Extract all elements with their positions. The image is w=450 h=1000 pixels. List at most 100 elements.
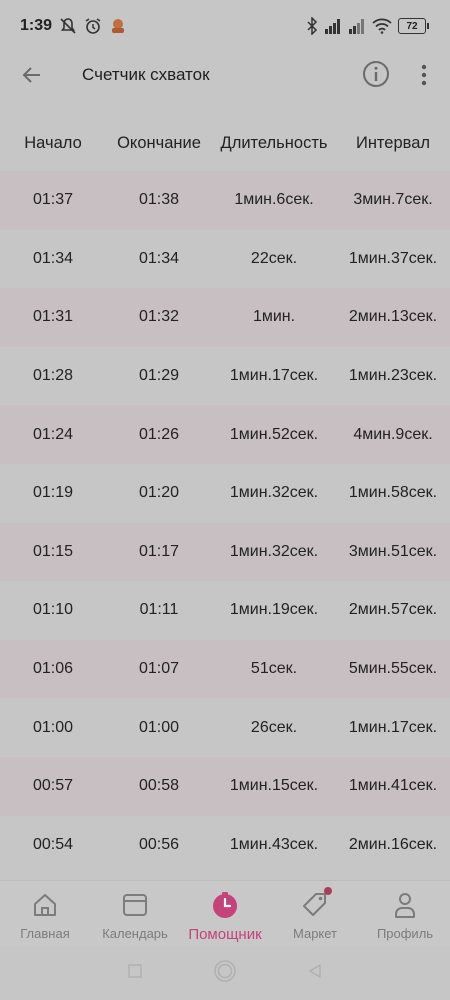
table-row[interactable]: 01:00 01:00 26сек. 1мин.17сек. <box>0 698 450 757</box>
row-start: 01:00 <box>32 718 74 736</box>
nav-profile[interactable]: Профиль <box>360 881 450 947</box>
row-start: 01:10 <box>32 601 74 619</box>
row-end: 01:00 <box>138 718 180 736</box>
row-interval: 1мин.37сек. <box>348 249 438 267</box>
nav-calendar-label: Календарь <box>102 926 168 941</box>
nav-assistant[interactable]: Помощник <box>180 881 270 947</box>
alarm-icon <box>84 17 102 35</box>
calendar-icon <box>121 891 149 922</box>
row-interval: 4мин.9сек. <box>353 425 433 443</box>
row-end: 01:32 <box>138 308 180 326</box>
nav-profile-label: Профиль <box>376 926 434 941</box>
row-start: 01:24 <box>32 425 74 443</box>
row-interval: 1мин.58сек. <box>348 484 438 502</box>
signal-2-icon <box>348 18 366 34</box>
row-interval: 2мин.13сек. <box>348 308 438 326</box>
battery-indicator: 72 <box>398 18 429 34</box>
table-row[interactable]: 00:57 00:58 1мин.15сек. 1мин.41сек. <box>0 756 450 816</box>
header-interval: Интервал <box>355 134 431 152</box>
row-start: 01:28 <box>32 367 74 385</box>
row-interval: 1мин.23сек. <box>348 367 438 385</box>
status-time: 1:39 <box>20 17 53 34</box>
row-duration: 22сек. <box>250 249 298 267</box>
system-nav-bar <box>0 946 450 1000</box>
status-bar: 1:39 72 <box>0 0 450 52</box>
table-header: Начало Окончание Длительность Интервал <box>0 116 450 171</box>
row-duration: 51сек. <box>250 660 298 678</box>
nav-home[interactable]: Главная <box>0 881 90 947</box>
row-end: 01:29 <box>138 367 180 385</box>
row-start: 00:57 <box>32 777 74 795</box>
row-duration: 1мин. <box>252 308 296 326</box>
bluetooth-icon <box>306 17 318 35</box>
row-duration: 1мин.52сек. <box>229 425 319 443</box>
row-end: 01:26 <box>138 425 180 443</box>
person-icon <box>391 891 419 922</box>
row-end: 00:56 <box>138 835 180 853</box>
row-end: 01:34 <box>138 249 180 267</box>
nav-calendar[interactable]: Календарь <box>90 881 180 947</box>
table-row[interactable]: 01:34 01:34 22сек. 1мин.37сек. <box>0 230 450 289</box>
table-row[interactable]: 01:31 01:32 1мин. 2мин.13сек. <box>0 288 450 347</box>
nav-assistant-label: Помощник <box>188 926 262 943</box>
bottom-nav: Главная Календарь Помощник Маркет Профил… <box>0 880 450 947</box>
row-start: 01:37 <box>32 191 74 209</box>
app-bar: Счетчик схваток <box>0 52 450 98</box>
row-interval: 5мин.55сек. <box>348 660 438 678</box>
wifi-icon <box>372 18 392 34</box>
header-start: Начало <box>24 134 82 152</box>
row-start: 01:06 <box>32 660 74 678</box>
table-row[interactable]: 01:15 01:17 1мин.32сек. 3мин.51сек. <box>0 522 450 582</box>
table-row[interactable]: 01:24 01:26 1мин.52сек. 4мин.9сек. <box>0 405 450 464</box>
home-icon <box>31 891 59 922</box>
row-duration: 26сек. <box>250 718 298 736</box>
row-end: 01:07 <box>138 660 180 678</box>
table-row[interactable]: 01:10 01:11 1мин.19сек. 2мин.57сек. <box>0 581 450 640</box>
table-body: 01:37 01:38 1мин.6сек. 3мин.7сек. 01:34 01:34… <box>0 171 450 874</box>
more-options-icon[interactable] <box>414 62 434 88</box>
row-interval: 3мин.7сек. <box>353 191 433 209</box>
row-start: 01:19 <box>32 484 74 502</box>
row-end: 01:11 <box>139 601 179 619</box>
header-duration: Длительность <box>220 134 328 152</box>
back-arrow-icon[interactable] <box>20 63 44 87</box>
table-row[interactable]: 01:06 01:07 51сек. 5мин.55сек. <box>0 639 450 699</box>
row-end: 00:58 <box>138 777 180 795</box>
row-end: 01:38 <box>138 191 180 209</box>
row-interval: 3мин.51сек. <box>348 542 438 560</box>
row-start: 01:34 <box>32 249 74 267</box>
info-icon[interactable] <box>362 60 390 88</box>
row-end: 01:20 <box>138 484 180 502</box>
row-end: 01:17 <box>138 542 180 560</box>
row-duration: 1мин.32сек. <box>229 484 319 502</box>
home-button-icon[interactable] <box>213 959 237 988</box>
recent-apps-icon[interactable] <box>127 963 143 984</box>
nav-market-label: Маркет <box>292 926 338 941</box>
table-row[interactable]: 01:19 01:20 1мин.32сек. 1мин.58сек. <box>0 464 450 523</box>
row-interval: 2мин.16сек. <box>348 835 438 853</box>
header-end: Окончание <box>117 134 201 152</box>
page-title: Счетчик схваток <box>82 65 210 84</box>
row-duration: 1мин.19сек. <box>229 601 319 619</box>
row-duration: 1мин.6сек. <box>234 191 314 209</box>
row-interval: 2мин.57сек. <box>348 601 438 619</box>
notifications-off-icon <box>59 17 77 35</box>
row-duration: 1мин.43сек. <box>229 835 319 853</box>
table-row[interactable]: 01:28 01:29 1мин.17сек. 1мин.23сек. <box>0 347 450 406</box>
row-start: 00:54 <box>32 835 74 853</box>
table-row[interactable]: 01:37 01:38 1мин.6сек. 3мин.7сек. <box>0 171 450 230</box>
row-duration: 1мин.15сек. <box>229 777 319 795</box>
row-interval: 1мин.17сек. <box>348 718 438 736</box>
app-notification-icon <box>109 17 127 35</box>
row-start: 01:31 <box>32 308 74 326</box>
nav-market[interactable]: Маркет <box>270 881 360 947</box>
back-button-icon[interactable] <box>307 963 323 984</box>
table-row[interactable]: 00:54 00:56 1мин.43сек. 2мин.16сек. <box>0 816 450 875</box>
row-duration: 1мин.32сек. <box>229 542 319 560</box>
nav-home-label: Главная <box>20 926 70 941</box>
tag-icon <box>301 891 329 922</box>
row-duration: 1мин.17сек. <box>229 367 319 385</box>
signal-icon <box>324 18 342 34</box>
row-start: 01:15 <box>32 542 74 560</box>
contractions-table: Начало Окончание Длительность Интервал 0… <box>0 116 450 874</box>
